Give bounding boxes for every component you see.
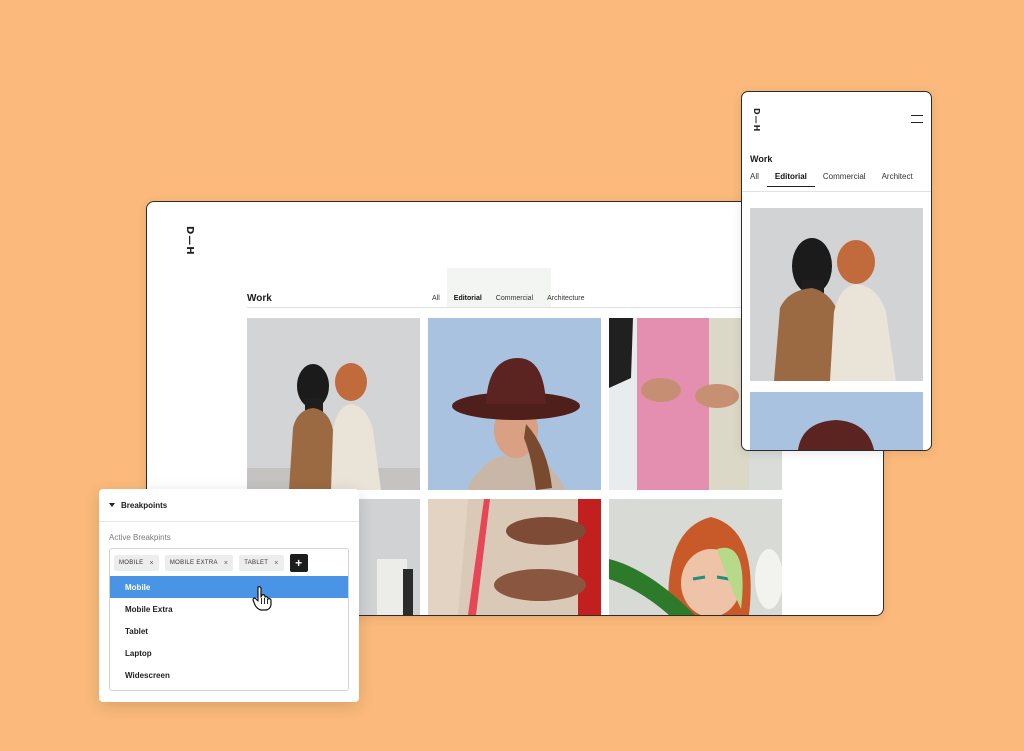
chip-tablet: TABLET × xyxy=(239,555,284,571)
tab-editorial[interactable]: Editorial xyxy=(766,172,815,187)
dropdown-options: Mobile Mobile Extra Tablet Laptop Widesc… xyxy=(110,576,348,686)
brand-logo[interactable]: D—H xyxy=(752,108,761,132)
option-mobile-extra[interactable]: Mobile Extra xyxy=(110,598,348,620)
gallery-photo-woman-hat[interactable] xyxy=(428,318,601,490)
selected-chips: MOBILE × MOBILE EXTRA × TABLET × + xyxy=(114,554,308,572)
breakpoints-select[interactable]: MOBILE × MOBILE EXTRA × TABLET × + Mobil… xyxy=(109,548,349,691)
option-widescreen[interactable]: Widescreen xyxy=(110,664,348,686)
breakpoints-panel: Breakpoints Active Breakpints MOBILE × M… xyxy=(99,489,359,702)
chip-mobile-extra: MOBILE EXTRA × xyxy=(164,555,234,571)
gallery-photo-hands[interactable] xyxy=(428,499,601,615)
panel-header[interactable]: Breakpoints xyxy=(99,489,359,522)
photo-graphic xyxy=(428,499,601,615)
gallery-photo-woman-hat[interactable] xyxy=(750,392,923,450)
page-title: Work xyxy=(247,293,272,304)
option-tablet[interactable]: Tablet xyxy=(110,620,348,642)
tab-commercial[interactable]: Commercial xyxy=(815,172,874,187)
option-mobile[interactable]: Mobile xyxy=(110,576,348,598)
close-icon[interactable]: × xyxy=(274,560,278,567)
photo-graphic xyxy=(428,318,601,490)
gallery-photo-two-women[interactable] xyxy=(247,318,420,490)
photo-graphic xyxy=(750,208,923,381)
brand-logo[interactable]: D—H xyxy=(184,226,195,256)
photo-graphic xyxy=(750,392,923,450)
photo-graphic xyxy=(609,499,782,615)
panel-title: Breakpoints xyxy=(121,500,168,510)
caret-down-icon[interactable] xyxy=(109,503,115,507)
chip-label: MOBILE xyxy=(119,560,144,566)
gallery-photo-woman-leaves[interactable] xyxy=(609,499,782,615)
tab-architecture[interactable]: Architect xyxy=(874,172,921,187)
divider xyxy=(742,191,931,192)
page-title: Work xyxy=(750,154,773,164)
option-laptop[interactable]: Laptop xyxy=(110,642,348,664)
filter-tabs: All Editorial Commercial Architecture xyxy=(425,286,592,308)
plus-icon[interactable]: + xyxy=(289,554,308,572)
mobile-preview: D—H Work All Editorial Commercial Archit… xyxy=(741,91,932,451)
tab-all[interactable]: All xyxy=(742,172,767,187)
close-icon[interactable]: × xyxy=(224,560,228,567)
filter-tabs: All Editorial Commercial Architect xyxy=(742,172,921,187)
menu-icon[interactable] xyxy=(911,115,923,123)
hand-pointer-icon xyxy=(252,586,272,611)
chip-label: MOBILE EXTRA xyxy=(169,560,218,566)
divider xyxy=(247,307,783,308)
close-icon[interactable]: × xyxy=(149,560,153,567)
chip-label: TABLET xyxy=(244,560,269,566)
chip-mobile: MOBILE × xyxy=(114,555,159,571)
section-label: Active Breakpints xyxy=(109,533,171,542)
photo-graphic xyxy=(247,318,420,490)
gallery-photo-two-women[interactable] xyxy=(750,208,923,381)
